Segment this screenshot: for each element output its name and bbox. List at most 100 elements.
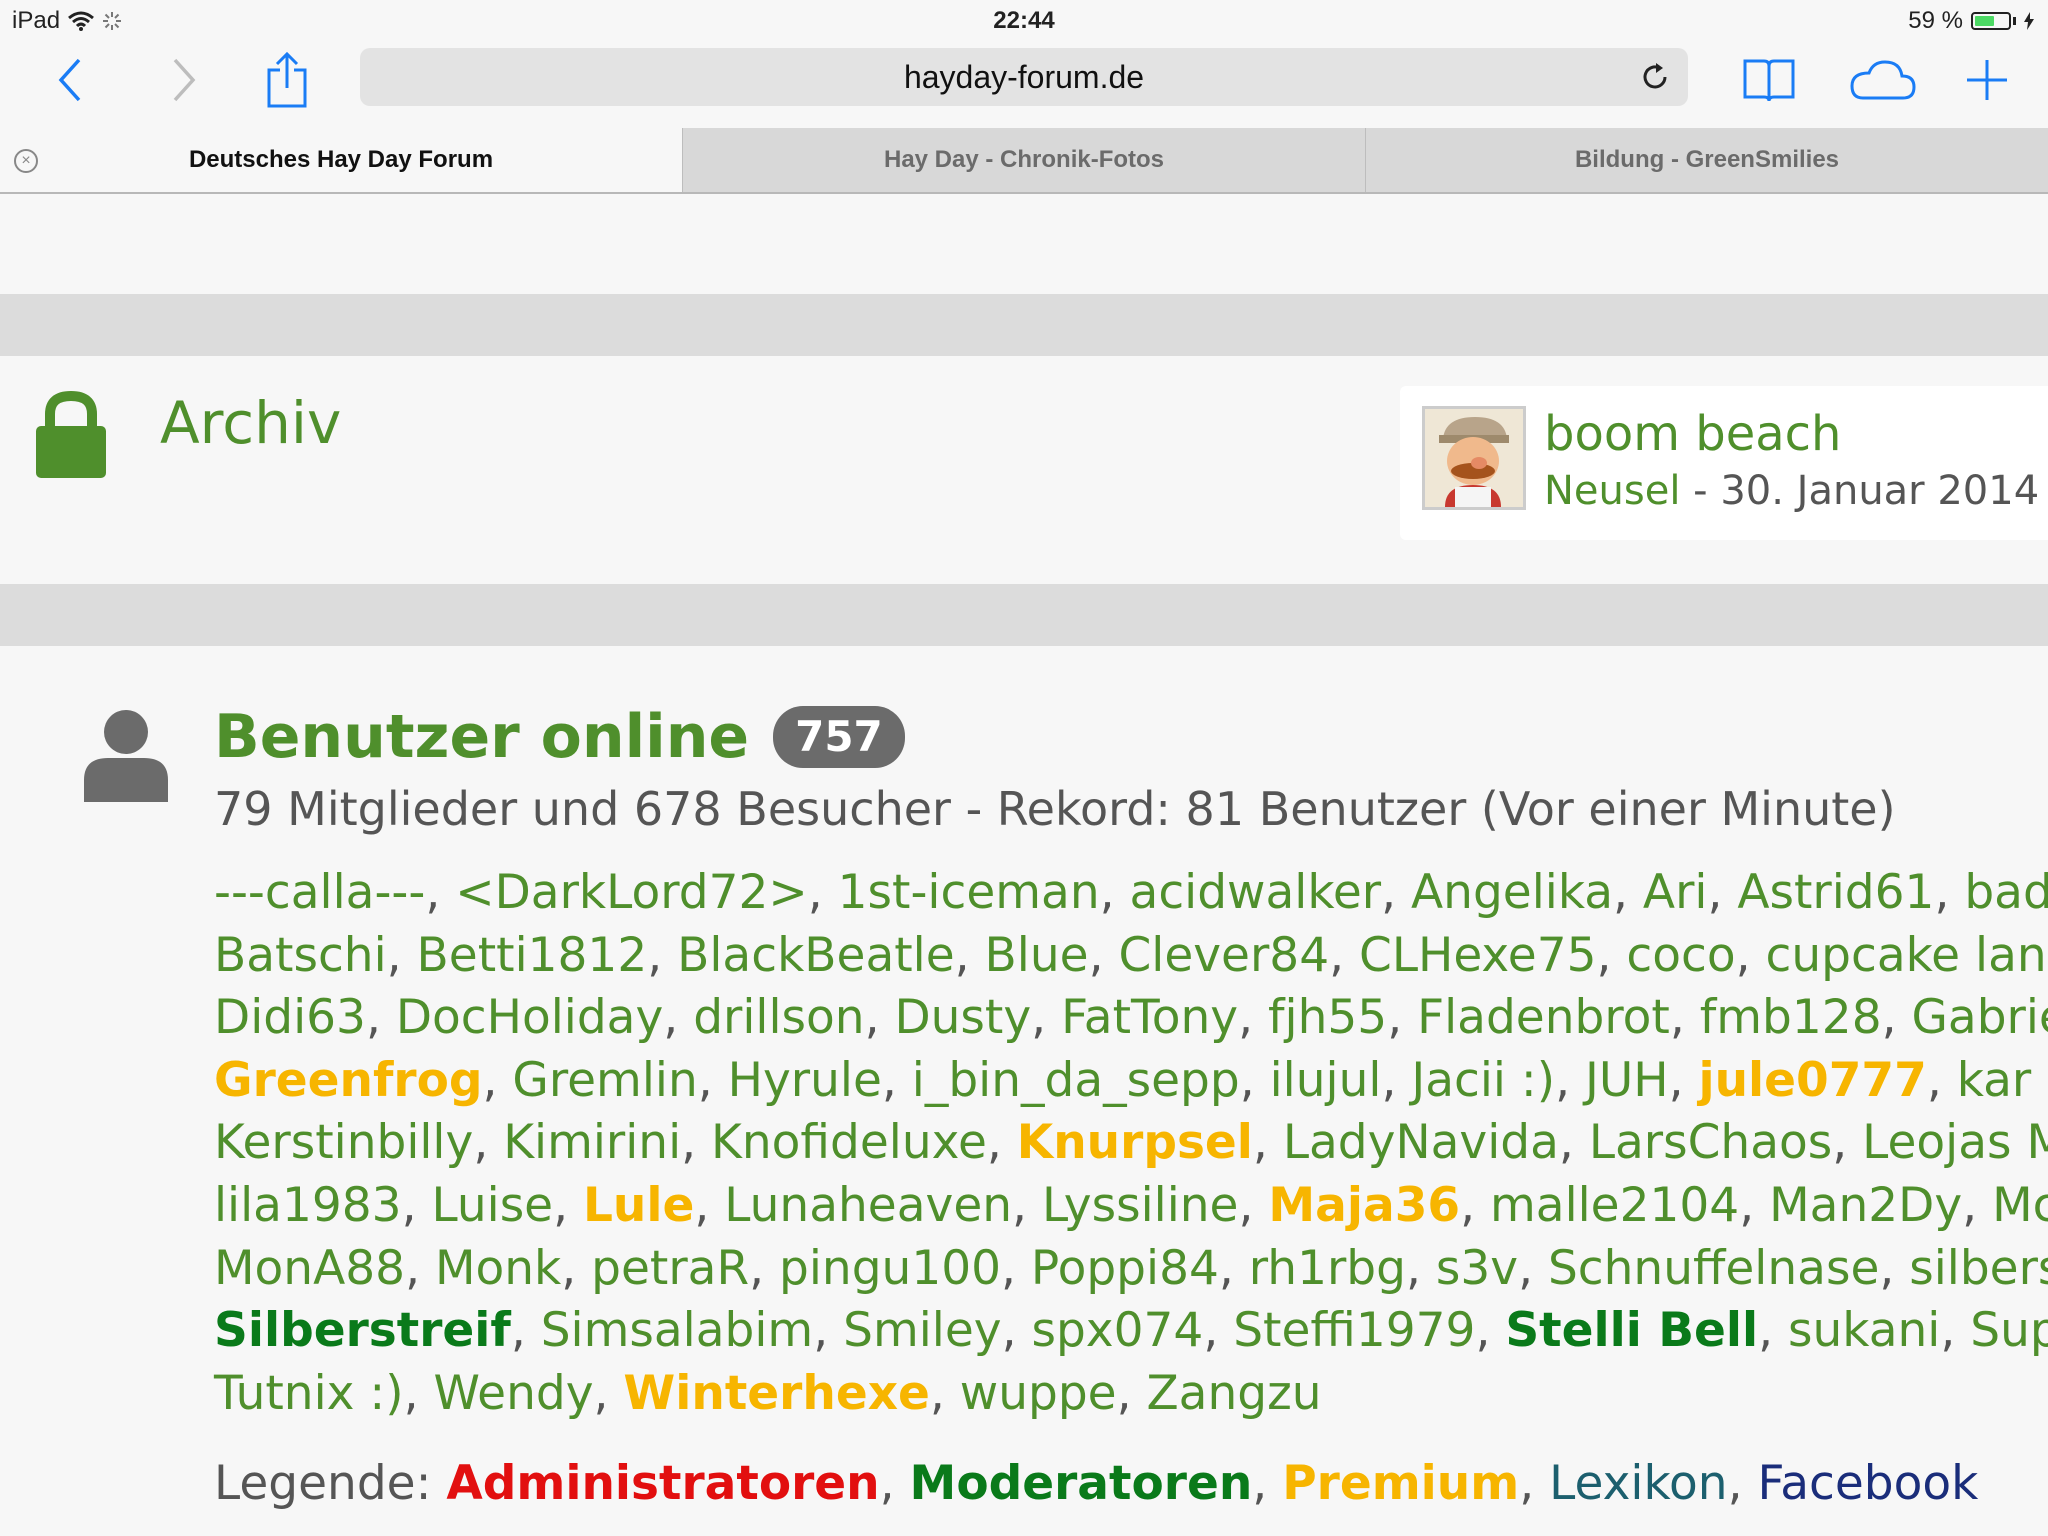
forum-title-archiv[interactable]: Archiv [160, 389, 341, 457]
user-link[interactable]: Simsalabim [541, 1303, 814, 1358]
user-link[interactable]: petraR [591, 1241, 749, 1296]
user-link[interactable]: Poppi84 [1031, 1241, 1219, 1296]
user-link[interactable]: LarsChaos [1589, 1115, 1832, 1170]
user-link[interactable]: Gabrie [1911, 990, 2048, 1045]
legend-item[interactable]: Premium [1282, 1456, 1519, 1511]
user-link[interactable]: JUH [1585, 1053, 1669, 1108]
user-link[interactable]: jule0777 [1698, 1053, 1926, 1108]
user-link[interactable]: LadyNavida [1283, 1115, 1559, 1170]
user-link[interactable]: acidwalker [1130, 865, 1382, 920]
share-button[interactable] [262, 50, 312, 110]
user-link[interactable]: Kerstinbilly [214, 1115, 473, 1170]
user-link[interactable]: Leojas Mo [1862, 1115, 2048, 1170]
user-link[interactable]: Zangzu [1146, 1366, 1321, 1421]
user-link[interactable]: Smiley [843, 1303, 1001, 1358]
user-link[interactable]: Lunaheaven [724, 1178, 1012, 1233]
icloud-tabs-button[interactable] [1846, 50, 1918, 110]
separator: , [1926, 1052, 1957, 1108]
legend-item[interactable]: Lexikon [1549, 1456, 1727, 1511]
user-link[interactable]: Gremlin [512, 1053, 697, 1108]
close-tab-icon[interactable]: × [14, 149, 38, 173]
user-link[interactable]: Man2Dy [1769, 1178, 1962, 1233]
user-link[interactable]: wuppe [960, 1366, 1117, 1421]
user-link[interactable]: fmb128 [1700, 990, 1882, 1045]
user-link[interactable]: 1st-iceman [838, 865, 1100, 920]
user-link[interactable]: Kimirini [503, 1115, 681, 1170]
user-link[interactable]: McInt [1992, 1178, 2048, 1233]
user-link[interactable]: Superd [1970, 1303, 2048, 1358]
legend-item[interactable]: Moderatoren [910, 1456, 1253, 1511]
back-button[interactable] [50, 50, 90, 110]
new-tab-button[interactable] [1962, 50, 2012, 110]
user-link[interactable]: cupcake land [1766, 928, 2048, 983]
user-link[interactable]: ---calla--- [214, 865, 425, 920]
user-link[interactable]: Jacii :) [1411, 1053, 1555, 1108]
user-link[interactable]: Ari [1643, 865, 1708, 920]
user-link[interactable]: Luise [431, 1178, 553, 1233]
user-link[interactable]: Knurpsel [1017, 1115, 1253, 1170]
user-link[interactable]: Stelli Bell [1505, 1303, 1758, 1358]
user-link[interactable]: s3v [1436, 1241, 1518, 1296]
user-link[interactable]: Tutnix :) [214, 1366, 404, 1421]
address-bar[interactable]: hayday-forum.de [360, 48, 1688, 106]
user-link[interactable]: BlackBeatle [677, 928, 955, 983]
user-link[interactable]: Winterhexe [623, 1366, 929, 1421]
user-link[interactable]: Knofideluxe [711, 1115, 987, 1170]
user-link[interactable]: Steffi1979 [1233, 1303, 1475, 1358]
user-link[interactable]: Clever84 [1118, 928, 1329, 983]
user-link[interactable]: lila1983 [214, 1178, 402, 1233]
user-link[interactable]: ilujul [1270, 1053, 1382, 1108]
user-link[interactable]: MonA88 [214, 1241, 405, 1296]
user-link[interactable]: silberste [1909, 1241, 2048, 1296]
user-link[interactable]: Maja36 [1268, 1178, 1460, 1233]
legend-item[interactable]: Administratoren [446, 1456, 879, 1511]
user-link[interactable]: Didi63 [214, 990, 366, 1045]
user-link[interactable]: Wendy [433, 1366, 593, 1421]
user-link[interactable]: Silberstreif [214, 1303, 511, 1358]
tab-chronik-fotos[interactable]: Hay Day - Chronik-Fotos [682, 128, 1365, 192]
forward-button[interactable] [164, 50, 204, 110]
user-link[interactable]: badu [1964, 865, 2048, 920]
last-post-author[interactable]: Neusel [1544, 468, 1680, 514]
user-link[interactable]: DocHoliday [396, 990, 663, 1045]
user-link[interactable]: Fladenbrot [1417, 990, 1670, 1045]
section-divider [0, 294, 2048, 356]
user-link[interactable]: Greenfrog [214, 1053, 483, 1108]
last-post-title[interactable]: boom beach [1544, 406, 1841, 462]
chevron-right-icon [173, 58, 196, 102]
user-link[interactable]: Lule [583, 1178, 694, 1233]
user-link[interactable]: Batschi [214, 928, 387, 983]
user-link[interactable]: i_bin_da_sepp [912, 1053, 1240, 1108]
user-link[interactable]: Angelika [1411, 865, 1613, 920]
user-link[interactable]: fjh55 [1268, 990, 1387, 1045]
user-link[interactable]: pingu100 [779, 1241, 1001, 1296]
user-link[interactable]: Hyrule [728, 1053, 882, 1108]
user-link[interactable]: Dusty [894, 990, 1031, 1045]
user-link[interactable]: Monk [435, 1241, 561, 1296]
user-link[interactable]: kar [1957, 1053, 2032, 1108]
reload-icon[interactable] [1638, 60, 1672, 94]
user-link[interactable]: sukani [1788, 1303, 1940, 1358]
user-link[interactable]: coco [1626, 928, 1735, 983]
tab-greensmilies[interactable]: Bildung - GreenSmilies [1365, 128, 2048, 192]
bookmarks-button[interactable] [1742, 50, 1796, 110]
user-link[interactable]: <DarkLord72> [455, 865, 808, 920]
separator: , [1203, 1303, 1234, 1359]
user-link[interactable]: Schnuffelnase [1548, 1241, 1879, 1296]
user-link[interactable]: Blue [985, 928, 1089, 983]
url-text: hayday-forum.de [903, 58, 1145, 95]
user-link[interactable]: CLHexe75 [1359, 928, 1597, 983]
legend-item[interactable]: Facebook [1757, 1456, 1978, 1511]
user-link[interactable]: spx074 [1031, 1303, 1203, 1358]
user-link[interactable]: Astrid61 [1737, 865, 1934, 920]
user-link[interactable]: drillson [693, 990, 864, 1045]
user-link[interactable]: Betti1812 [417, 928, 648, 983]
user-link[interactable]: rh1rbg [1249, 1241, 1406, 1296]
separator: , [1518, 1240, 1548, 1296]
tab-hayday-forum[interactable]: × Deutsches Hay Day Forum [0, 128, 682, 192]
user-link[interactable]: Lyssiline [1042, 1178, 1239, 1233]
user-legend: Legende: Administratoren, Moderatoren, P… [214, 1456, 1979, 1511]
user-link[interactable]: FatTony [1061, 990, 1238, 1045]
last-post-card[interactable]: boom beach Neusel - 30. Januar 2014 [1400, 386, 2048, 540]
user-link[interactable]: malle2104 [1490, 1178, 1739, 1233]
